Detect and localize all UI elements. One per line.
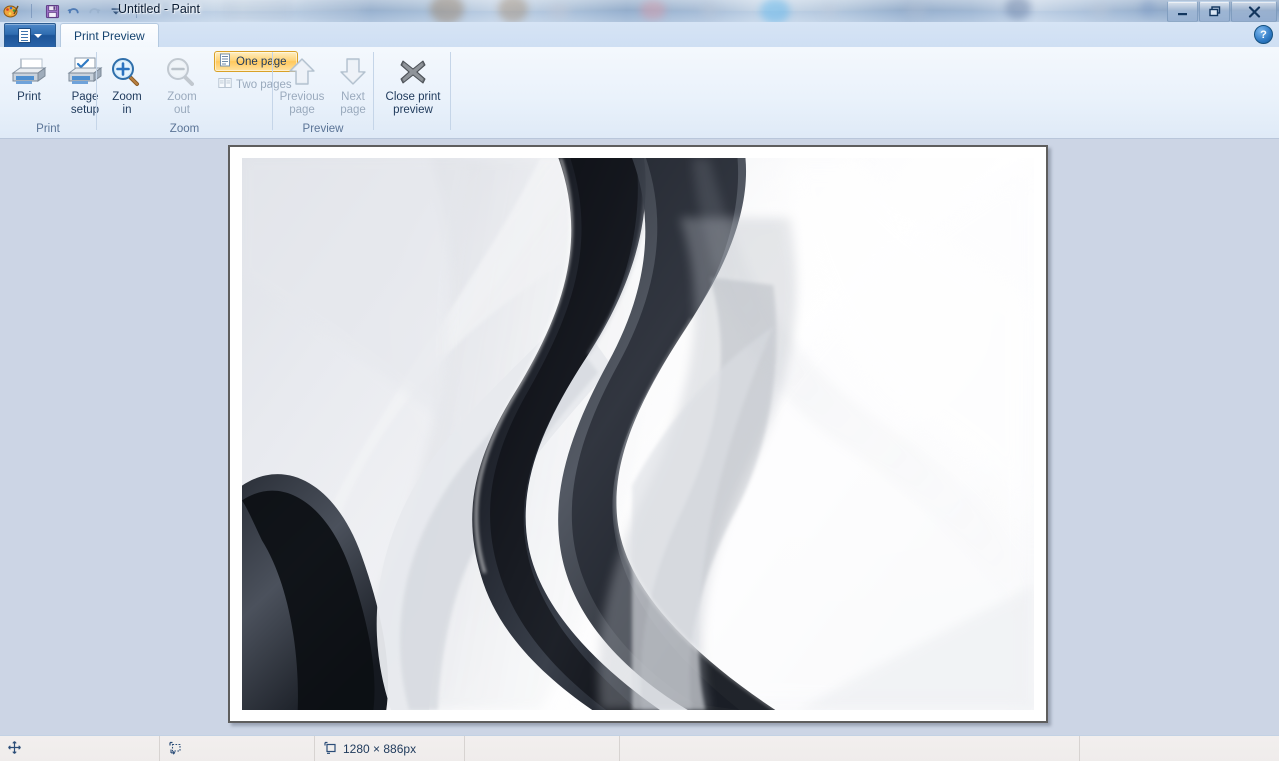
paint-window: Untitled - Paint Print Preview ? Print P… bbox=[0, 0, 1279, 761]
one-page-icon bbox=[218, 53, 232, 70]
help-label: ? bbox=[1260, 28, 1267, 41]
status-bar-filler bbox=[1080, 736, 1279, 761]
paint-menu-button[interactable] bbox=[4, 23, 56, 48]
close-button[interactable] bbox=[1231, 1, 1277, 22]
preview-page-image bbox=[242, 158, 1034, 710]
image-size-cell: 1280 × 886px bbox=[315, 736, 465, 761]
title-bar: Untitled - Paint bbox=[0, 0, 1279, 22]
print-preview-canvas[interactable] bbox=[0, 138, 1279, 736]
quick-access-separator bbox=[21, 1, 42, 22]
ribbon-group-print: Print Page setup Print bbox=[0, 47, 103, 138]
zoom-out-button-label: Zoom out bbox=[167, 91, 197, 116]
page-setup-button-label: Page setup bbox=[70, 91, 100, 116]
undo-icon[interactable] bbox=[63, 1, 84, 22]
magnifier-minus-icon bbox=[165, 54, 199, 90]
magnifier-plus-icon bbox=[110, 54, 144, 90]
arrow-down-icon bbox=[338, 54, 368, 90]
chevron-down-icon bbox=[34, 33, 42, 38]
status-bar: 1280 × 886px bbox=[0, 735, 1279, 761]
ribbon-body: Print Page setup Print Zoom in Zoom out … bbox=[0, 47, 1279, 138]
tab-label: Print Preview bbox=[74, 29, 145, 43]
cursor-position-cell bbox=[0, 736, 160, 761]
window-title: Untitled - Paint bbox=[118, 2, 200, 16]
file-size-cell bbox=[465, 736, 620, 761]
zoom-in-button-label: Zoom in bbox=[112, 91, 142, 116]
next-page-label: Next page bbox=[340, 91, 366, 116]
ribbon: Print Preview ? Print Page setup Print Z… bbox=[0, 22, 1279, 139]
close-print-preview-button[interactable]: Close print preview bbox=[374, 47, 452, 117]
help-icon[interactable]: ? bbox=[1254, 25, 1273, 44]
ribbon-group-close: Close print preview bbox=[374, 47, 450, 138]
preview-page[interactable] bbox=[228, 145, 1048, 723]
group-separator-4 bbox=[450, 52, 451, 130]
two-pages-icon bbox=[218, 76, 232, 93]
paint-app-icon[interactable] bbox=[0, 1, 21, 22]
window-controls[interactable] bbox=[1166, 1, 1277, 22]
move-cursor-icon bbox=[8, 741, 21, 757]
ribbon-group-zoom: Zoom in Zoom out One page Two pages Zoom bbox=[97, 47, 298, 138]
image-size-icon bbox=[323, 741, 337, 758]
previous-page-label: Previous page bbox=[279, 91, 325, 116]
redo-icon bbox=[84, 1, 105, 22]
close-print-preview-label: Close print preview bbox=[385, 91, 441, 116]
arrow-up-icon bbox=[287, 54, 317, 90]
ribbon-group-preview: Previous page Next page Preview bbox=[273, 47, 373, 138]
abstract-wave-artwork bbox=[242, 158, 1034, 710]
document-icon bbox=[18, 28, 31, 43]
print-button[interactable]: Print bbox=[2, 47, 56, 105]
restore-button[interactable] bbox=[1199, 1, 1230, 22]
printer-icon bbox=[11, 54, 47, 90]
save-icon[interactable] bbox=[42, 1, 63, 22]
close-x-icon bbox=[396, 54, 430, 90]
group-label-preview: Preview bbox=[302, 123, 344, 135]
group-label-print: Print bbox=[36, 123, 60, 135]
print-button-label: Print bbox=[17, 91, 41, 103]
ribbon-tab-strip: Print Preview ? bbox=[0, 22, 1279, 48]
zoom-out-button: Zoom out bbox=[155, 47, 209, 117]
previous-page-button: Previous page bbox=[275, 47, 329, 117]
image-size-text: 1280 × 886px bbox=[343, 742, 417, 756]
zoom-in-button[interactable]: Zoom in bbox=[100, 47, 154, 117]
minimize-button[interactable] bbox=[1167, 1, 1198, 22]
selection-size-cell bbox=[160, 736, 315, 761]
next-page-button: Next page bbox=[330, 47, 376, 117]
selection-size-icon bbox=[168, 741, 182, 758]
group-label-zoom: Zoom bbox=[169, 123, 200, 135]
tab-print-preview[interactable]: Print Preview bbox=[60, 23, 159, 48]
zoom-slider-cell bbox=[620, 736, 1080, 761]
